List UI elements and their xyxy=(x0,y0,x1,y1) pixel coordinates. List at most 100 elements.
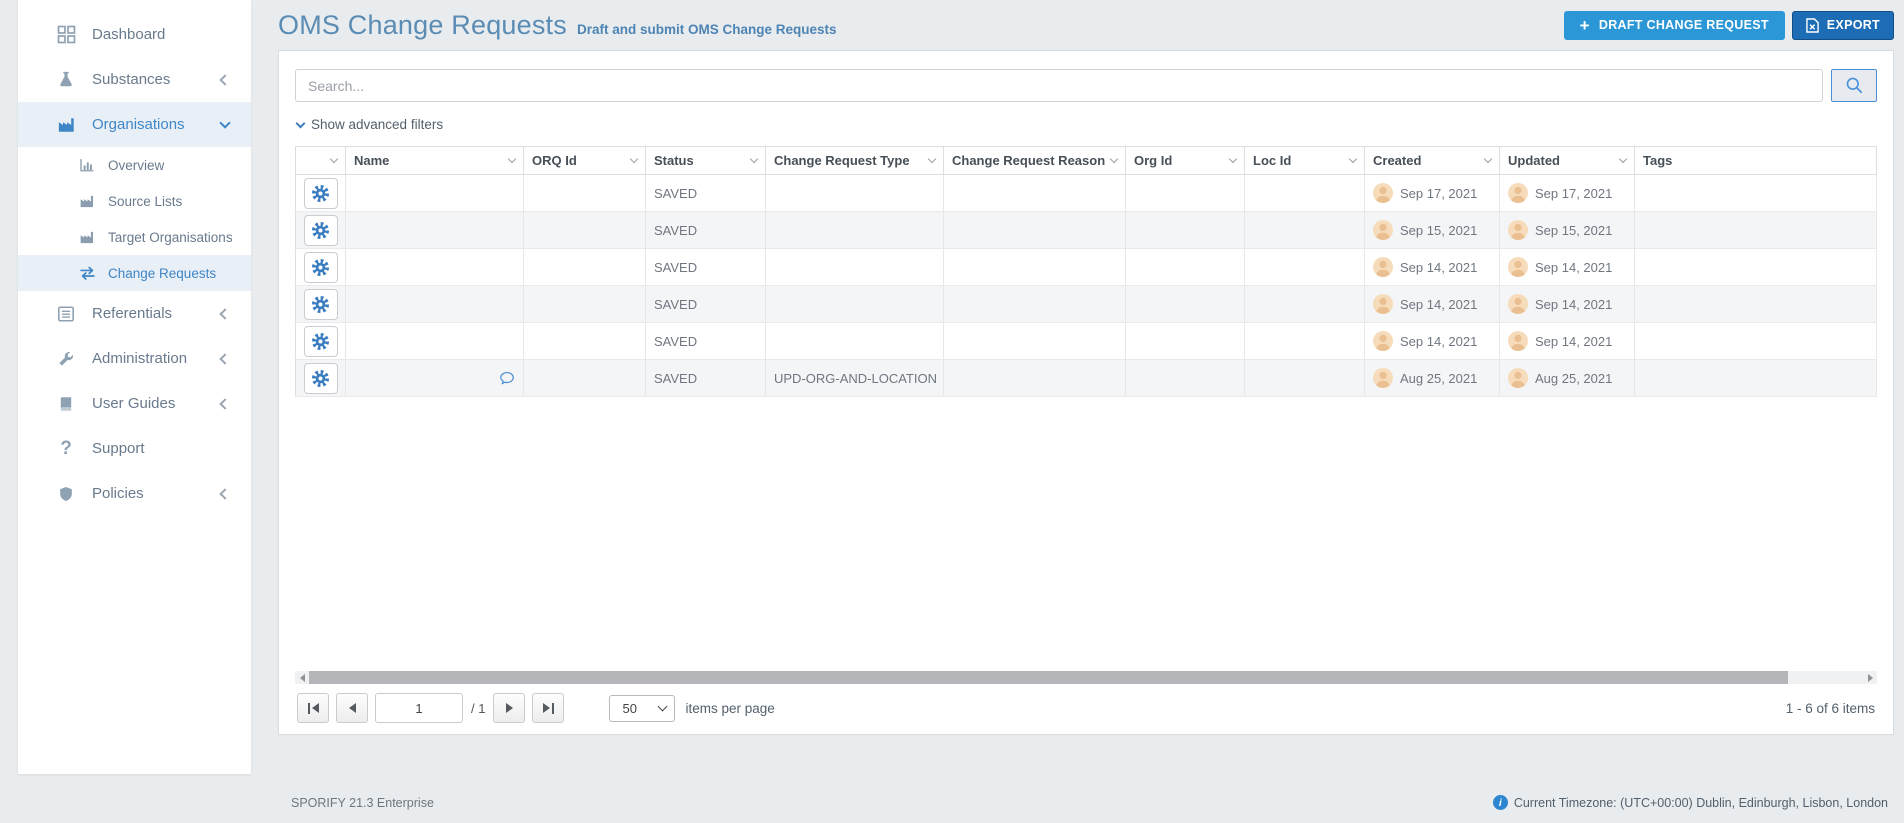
factory-icon xyxy=(55,115,77,135)
draft-change-request-button[interactable]: + DRAFT CHANGE REQUEST xyxy=(1563,10,1785,40)
sidebar-item-user-guides[interactable]: User Guides xyxy=(18,381,251,426)
column-menu-icon[interactable] xyxy=(927,154,937,164)
column-menu-icon[interactable] xyxy=(1109,154,1119,164)
sidebar-subitem-overview[interactable]: Overview xyxy=(18,147,251,183)
next-page-button[interactable] xyxy=(493,693,526,723)
column-menu-icon[interactable] xyxy=(1618,154,1628,164)
column-menu-icon[interactable] xyxy=(329,154,339,164)
sidebar-item-referentials[interactable]: Referentials xyxy=(18,291,251,336)
cell-change-request-reason xyxy=(943,285,1126,323)
export-button[interactable]: EXPORT xyxy=(1791,10,1894,40)
cell-tags xyxy=(1634,248,1877,286)
cell-orq-id xyxy=(523,174,646,212)
sidebar-item-organisations[interactable]: Organisations xyxy=(18,102,251,147)
last-page-button[interactable] xyxy=(532,693,565,723)
column-updated[interactable]: Updated xyxy=(1499,146,1635,175)
page-number-input[interactable] xyxy=(375,693,463,723)
cell-tags xyxy=(1634,285,1877,323)
search-input[interactable] xyxy=(295,69,1823,102)
shield-icon xyxy=(55,484,77,504)
chevron-down-icon xyxy=(219,116,231,129)
sidebar-subitem-change-requests[interactable]: Change Requests xyxy=(18,255,251,291)
first-page-button[interactable] xyxy=(297,693,329,723)
scroll-right-arrow[interactable] xyxy=(1863,671,1877,684)
cell-change-request-type: UPD-ORG-AND-LOCATION xyxy=(765,359,944,397)
column-menu-icon[interactable] xyxy=(507,154,517,164)
column-status[interactable]: Status xyxy=(645,146,766,175)
cell-updated: Aug 25, 2021 xyxy=(1499,359,1635,397)
cell-updated: Sep 15, 2021 xyxy=(1499,211,1635,249)
horizontal-scrollbar[interactable] xyxy=(295,671,1877,684)
book-icon xyxy=(55,394,77,414)
column-menu-icon[interactable] xyxy=(629,154,639,164)
row-actions-button[interactable] xyxy=(303,288,338,320)
column-change-request-type[interactable]: Change Request Type xyxy=(765,146,944,175)
sidebar-item-support[interactable]: ? Support xyxy=(18,426,251,471)
table-row[interactable]: SAVED Sep 14, 2021 Sep 14, 2021 xyxy=(295,285,1877,323)
table-row[interactable]: SAVED Sep 14, 2021 Sep 14, 2021 xyxy=(295,248,1877,286)
change-requests-table: Name ORQ Id Status Change Request Type C… xyxy=(295,146,1877,671)
column-menu-icon[interactable] xyxy=(1228,154,1238,164)
user-avatar xyxy=(1373,294,1393,314)
sidebar-item-dashboard[interactable]: Dashboard xyxy=(18,12,251,57)
comment-icon[interactable] xyxy=(499,370,515,386)
cell-change-request-type xyxy=(765,174,944,212)
row-actions-button[interactable] xyxy=(303,251,338,283)
sidebar-subitem-source-lists[interactable]: Source Lists xyxy=(18,183,251,219)
table-header-row: Name ORQ Id Status Change Request Type C… xyxy=(295,146,1877,175)
cell-change-request-reason xyxy=(943,322,1126,360)
column-name[interactable]: Name xyxy=(345,146,524,175)
sidebar-subitem-target-organisations[interactable]: Target Organisations xyxy=(18,219,251,255)
column-menu-icon[interactable] xyxy=(1483,154,1493,164)
column-org-id[interactable]: Org Id xyxy=(1125,146,1245,175)
column-tags[interactable]: Tags xyxy=(1634,146,1877,175)
cell-status: SAVED xyxy=(645,322,766,360)
scrollbar-thumb[interactable] xyxy=(309,671,1789,684)
chevron-left-icon xyxy=(219,397,231,410)
sidebar-item-policies[interactable]: Policies xyxy=(18,471,251,516)
cell-status: SAVED xyxy=(645,359,766,397)
sidebar-item-label: Support xyxy=(92,440,145,457)
sidebar-subitem-label: Overview xyxy=(108,157,165,173)
cell-created: Aug 25, 2021 xyxy=(1364,359,1500,397)
factory-icon xyxy=(78,229,96,245)
timezone-label: Current Timezone: (UTC+00:00) Dublin, Ed… xyxy=(1513,795,1888,810)
cell-created: Sep 15, 2021 xyxy=(1364,211,1500,249)
row-actions-button[interactable] xyxy=(303,362,338,394)
content-card: Show advanced filters Name ORQ Id xyxy=(278,50,1894,735)
table-row[interactable]: SAVED UPD-ORG-AND-LOCATION Aug 25, 2021 … xyxy=(295,359,1877,397)
column-actions[interactable] xyxy=(295,146,346,175)
export-file-icon xyxy=(1806,17,1819,33)
pagination-bar: / 1 50 items per page 1 - 6 of 6 items xyxy=(295,684,1877,734)
sidebar-item-substances[interactable]: Substances xyxy=(18,57,251,102)
page-total-label: / 1 xyxy=(471,700,486,716)
sidebar-item-administration[interactable]: Administration xyxy=(18,336,251,381)
user-avatar xyxy=(1373,368,1393,388)
search-button[interactable] xyxy=(1831,69,1877,102)
cell-loc-id xyxy=(1244,248,1365,286)
table-row[interactable]: SAVED Sep 14, 2021 Sep 14, 2021 xyxy=(295,322,1877,360)
row-actions-button[interactable] xyxy=(303,325,338,357)
cell-loc-id xyxy=(1244,174,1365,212)
scroll-left-arrow[interactable] xyxy=(295,671,309,684)
chevron-down-icon xyxy=(295,118,306,128)
row-actions-button[interactable] xyxy=(303,177,338,209)
column-menu-icon[interactable] xyxy=(749,154,759,164)
cell-loc-id xyxy=(1244,211,1365,249)
row-actions-button[interactable] xyxy=(303,214,338,246)
show-advanced-filters-toggle[interactable]: Show advanced filters xyxy=(295,117,1877,132)
column-change-request-reason[interactable]: Change Request Reason xyxy=(943,146,1126,175)
column-created[interactable]: Created xyxy=(1364,146,1500,175)
table-row[interactable]: SAVED Sep 15, 2021 Sep 15, 2021 xyxy=(295,211,1877,249)
table-row[interactable]: SAVED Sep 17, 2021 Sep 17, 2021 xyxy=(295,174,1877,212)
page-footer: SPORIFY 21.3 Enterprise i Current Timezo… xyxy=(278,795,1894,810)
cell-orq-id xyxy=(523,211,646,249)
column-menu-icon[interactable] xyxy=(1348,154,1358,164)
cell-change-request-type xyxy=(765,248,944,286)
previous-page-button[interactable] xyxy=(336,693,368,723)
user-avatar xyxy=(1508,294,1528,314)
sidebar-item-label: Organisations xyxy=(92,116,185,133)
column-loc-id[interactable]: Loc Id xyxy=(1244,146,1365,175)
items-per-page-select[interactable]: 50 xyxy=(609,694,676,722)
column-orq-id[interactable]: ORQ Id xyxy=(523,146,646,175)
